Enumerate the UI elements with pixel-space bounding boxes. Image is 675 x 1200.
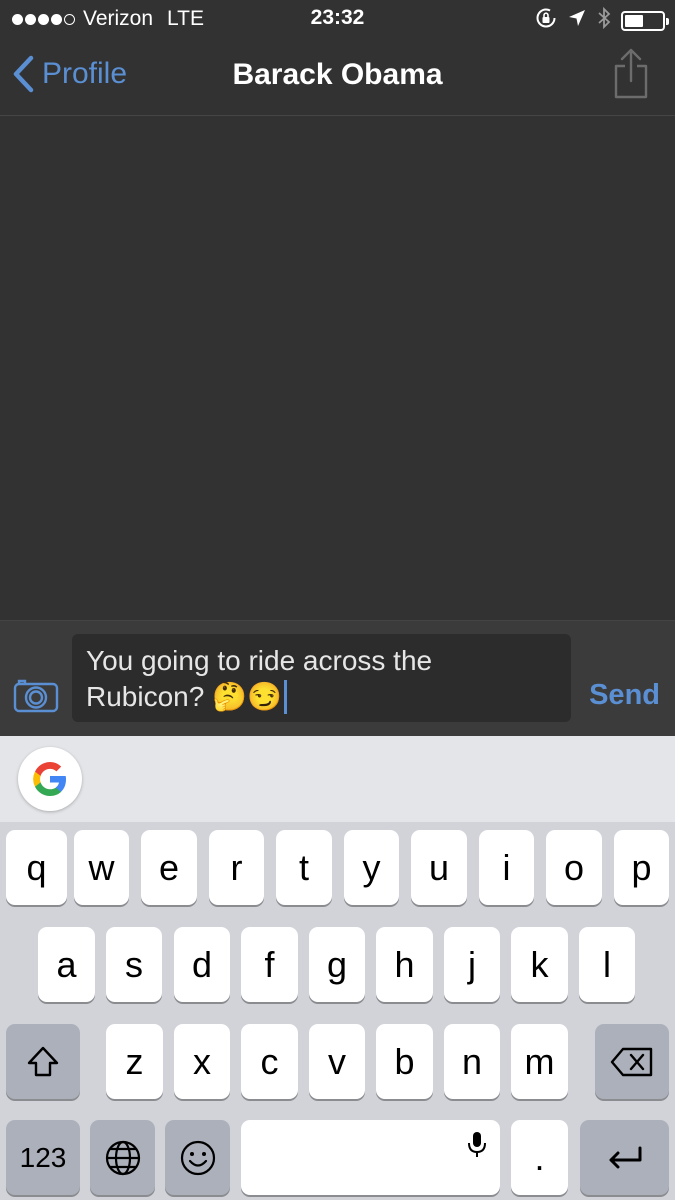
rotation-lock-icon xyxy=(535,7,557,35)
messaging-screen: Verizon LTE 23:32 Profile Barack Obama Y… xyxy=(0,0,675,1200)
page-title: Barack Obama xyxy=(232,58,443,91)
key-k[interactable]: k xyxy=(511,927,568,1002)
message-text-line-2: Rubicon? 🤔😏 xyxy=(86,681,282,712)
key-n[interactable]: n xyxy=(444,1024,500,1099)
keyboard-toolbar xyxy=(0,736,675,822)
key-b[interactable]: b xyxy=(376,1024,433,1099)
key-r[interactable]: r xyxy=(209,830,264,905)
key-d[interactable]: d xyxy=(174,927,230,1002)
globe-icon xyxy=(105,1140,140,1175)
key-i[interactable]: i xyxy=(479,830,534,905)
backspace-icon xyxy=(610,1047,653,1076)
location-arrow-icon xyxy=(567,8,587,34)
key-o[interactable]: o xyxy=(546,830,602,905)
key-c[interactable]: c xyxy=(241,1024,298,1099)
key-q[interactable]: q xyxy=(6,830,67,905)
delete-key[interactable] xyxy=(595,1024,669,1099)
space-bar[interactable] xyxy=(241,1120,500,1195)
key-s[interactable]: s xyxy=(106,927,162,1002)
period-key[interactable]: . xyxy=(511,1120,568,1195)
emoji-key[interactable] xyxy=(165,1120,230,1195)
return-arrow-icon xyxy=(609,1146,641,1168)
shift-arrow-icon xyxy=(27,1046,59,1076)
key-t[interactable]: t xyxy=(276,830,332,905)
key-l[interactable]: l xyxy=(579,927,635,1002)
keyboard: q w e r t y u i o p a s d f g h j k l z … xyxy=(0,736,675,1200)
message-input[interactable]: You going to ride across the Rubicon? 🤔😏 xyxy=(72,634,571,722)
key-p[interactable]: p xyxy=(614,830,669,905)
status-bar: Verizon LTE 23:32 xyxy=(0,0,675,38)
share-icon xyxy=(614,48,648,99)
text-cursor xyxy=(283,680,287,714)
key-x[interactable]: x xyxy=(174,1024,230,1099)
key-w[interactable]: w xyxy=(74,830,129,905)
key-g[interactable]: g xyxy=(309,927,365,1002)
navigation-bar: Profile Barack Obama xyxy=(0,38,675,116)
key-z[interactable]: z xyxy=(106,1024,163,1099)
return-key[interactable] xyxy=(580,1120,669,1195)
send-button[interactable]: Send xyxy=(589,679,660,712)
message-composer: You going to ride across the Rubicon? 🤔😏… xyxy=(0,620,675,736)
bluetooth-icon xyxy=(597,6,611,36)
key-v[interactable]: v xyxy=(309,1024,365,1099)
key-j[interactable]: j xyxy=(444,927,500,1002)
key-a[interactable]: a xyxy=(38,927,95,1002)
globe-key[interactable] xyxy=(90,1120,155,1195)
microphone-icon xyxy=(468,1132,486,1157)
google-search-button[interactable] xyxy=(18,747,82,811)
status-right xyxy=(535,6,669,36)
key-h[interactable]: h xyxy=(376,927,433,1002)
message-text-line-1: You going to ride across the xyxy=(86,645,433,676)
conversation-area xyxy=(0,117,675,620)
key-f[interactable]: f xyxy=(241,927,298,1002)
share-button[interactable] xyxy=(613,48,649,105)
key-e[interactable]: e xyxy=(141,830,197,905)
numbers-key[interactable]: 123 xyxy=(6,1120,80,1195)
battery-icon xyxy=(621,11,669,31)
shift-key[interactable] xyxy=(6,1024,80,1099)
emoji-smiley-icon xyxy=(180,1140,215,1175)
key-m[interactable]: m xyxy=(511,1024,568,1099)
key-y[interactable]: y xyxy=(344,830,399,905)
key-u[interactable]: u xyxy=(411,830,467,905)
camera-icon xyxy=(13,679,59,713)
camera-button[interactable] xyxy=(13,677,59,718)
google-g-icon xyxy=(33,762,66,796)
